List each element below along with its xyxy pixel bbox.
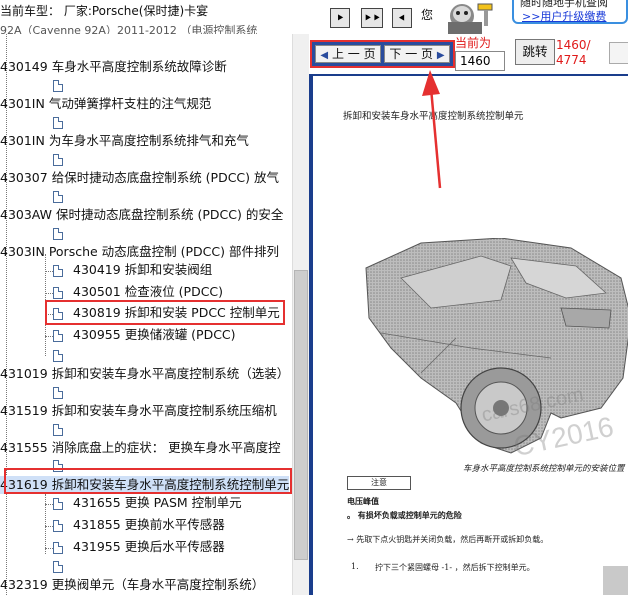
document-icon: [53, 424, 63, 436]
document-page: 拆卸和安装车身水平高度控制系统控制单元 cars68.com CY2016 车身…: [313, 76, 628, 595]
tree-item-430501[interactable]: 430501 检查液位 (PDCC): [73, 283, 223, 301]
current-page-label: 当前为: [455, 36, 492, 50]
warning-item: 。 有损坏负载或控制单元的危险: [347, 510, 462, 520]
mascot-icon: [448, 3, 493, 34]
figure-caption: 车身水平高度控制系统控制单元的安装位置: [463, 464, 625, 474]
document-icon: [53, 330, 63, 342]
tree-item-432319[interactable]: 432319 更换阀单元（车身水平高度控制系统）: [0, 576, 264, 594]
document-icon: [53, 80, 63, 92]
document-viewer: ◀ 上 一 页 下 一 页 ▶ 当前为 跳转 1460/ 4774 拆卸和安装车…: [309, 34, 628, 595]
tree-branch-line: [45, 494, 46, 554]
nav-last-button[interactable]: ⯈⯈: [361, 8, 383, 28]
warning-title: 电压峰值: [347, 496, 379, 506]
tree-item-430955[interactable]: 430955 更换储液罐 (PDCC): [73, 326, 236, 344]
document-icon: [53, 191, 63, 203]
scrollbar-thumb[interactable]: [294, 270, 308, 560]
arrow-right-icon: ▶: [436, 50, 445, 61]
tree-scrollbar[interactable]: [292, 34, 309, 595]
catalog-tree: 430149 车身水平高度控制系统故障诊断 4301IN 气动弹簧撑杆支柱的注气…: [0, 34, 292, 595]
document-icon: [53, 154, 63, 166]
top-header: 当前车型： 厂家:Porsche(保时捷)卡宴 92A（Cayenne 92A）…: [0, 0, 628, 34]
page-number-input[interactable]: [455, 51, 505, 71]
prev-page-label: 上 一 页: [331, 47, 376, 61]
tree-item-430419[interactable]: 430419 拆卸和安装阀组: [73, 261, 212, 279]
current-car-model-detail: 92A（Cayenne 92A）2011-2012 （电源控制系统: [0, 24, 258, 34]
jump-button[interactable]: 跳转: [515, 39, 555, 65]
tree-item-431555[interactable]: 431555 消除底盘上的症状： 更换车身水平高度控: [0, 439, 281, 457]
document-icon: [53, 287, 63, 299]
figure-fragment: [603, 566, 628, 595]
tree-item-431519[interactable]: 431519 拆卸和安装车身水平高度控制系统压缩机: [0, 402, 277, 420]
next-page-button[interactable]: 下 一 页 ▶: [384, 45, 450, 63]
vehicle-illustration: [365, 238, 628, 454]
tree-item-431655[interactable]: 431655 更换 PASM 控制单元: [73, 494, 242, 512]
arrow-instruction: → 先取下点火钥匙并关闭负载，然后再断开或拆卸负载。: [347, 535, 549, 544]
step-number: 1.: [351, 562, 359, 571]
upgrade-banner: 随时随地手机查阅 >>用户升级缴费: [512, 0, 628, 24]
nav-next-button[interactable]: ⯈: [330, 8, 350, 28]
next-page-label: 下 一 页: [389, 47, 434, 61]
tree-item-4303in[interactable]: 4303IN Porsche 动态底盘控制 (PDCC) 部件排列: [0, 243, 279, 261]
current-car-model: 当前车型： 厂家:Porsche(保时捷)卡宴: [0, 4, 209, 18]
tree-item-430307[interactable]: 430307 给保时捷动态底盘控制系统 (PDCC) 放气: [0, 169, 279, 187]
tree-trunk-line: [6, 34, 7, 595]
step-text: 拧下三个紧固螺母 -1- ，然后拆下控制单元。: [375, 563, 535, 572]
document-icon: [53, 228, 63, 240]
tree-item-4303aw[interactable]: 4303AW 保时捷动态底盘控制系统 (PDCC) 的安全: [0, 206, 283, 224]
page-total: 4774: [556, 53, 587, 67]
viewer-toolbar: ◀ 上 一 页 下 一 页 ▶ 当前为 跳转 1460/ 4774: [309, 34, 628, 74]
document-icon: [53, 520, 63, 532]
tree-item-431955[interactable]: 431955 更换后水平传感器: [73, 538, 225, 556]
note-label: 注意: [347, 476, 411, 490]
arrow-left-icon: ◀: [320, 50, 329, 61]
highlight-box: [45, 300, 285, 325]
tree-item-4301in-bleed[interactable]: 4301IN 为车身水平高度控制系统排气和充气: [0, 132, 249, 150]
toolbar-extra-button[interactable]: [609, 42, 628, 64]
tree-item-431855[interactable]: 431855 更换前水平传感器: [73, 516, 225, 534]
document-icon: [53, 561, 63, 573]
document-heading: 拆卸和安装车身水平高度控制系统控制单元: [343, 111, 524, 122]
document-icon: [53, 498, 63, 510]
document-icon: [53, 387, 63, 399]
upgrade-link[interactable]: >>用户升级缴费: [522, 8, 606, 24]
tree-item-431019[interactable]: 431019 拆卸和安装车身水平高度控制系统（选装）: [0, 365, 289, 383]
tree-item-430149[interactable]: 430149 车身水平高度控制系统故障诊断: [0, 58, 227, 76]
document-icon: [53, 265, 63, 277]
page-position: 1460/: [556, 38, 591, 52]
nav-prev-button[interactable]: ⯇: [392, 8, 412, 28]
prev-page-button[interactable]: ◀ 上 一 页: [315, 45, 381, 63]
document-icon: [53, 350, 63, 362]
page-nav-group: ◀ 上 一 页 下 一 页 ▶: [310, 40, 455, 68]
tree-item-4301in-spring[interactable]: 4301IN 气动弹簧撑杆支柱的注气规范: [0, 95, 211, 113]
document-icon: [53, 542, 63, 554]
highlight-box: [4, 468, 292, 494]
greeting-label: 您: [421, 8, 434, 22]
document-icon: [53, 117, 63, 129]
